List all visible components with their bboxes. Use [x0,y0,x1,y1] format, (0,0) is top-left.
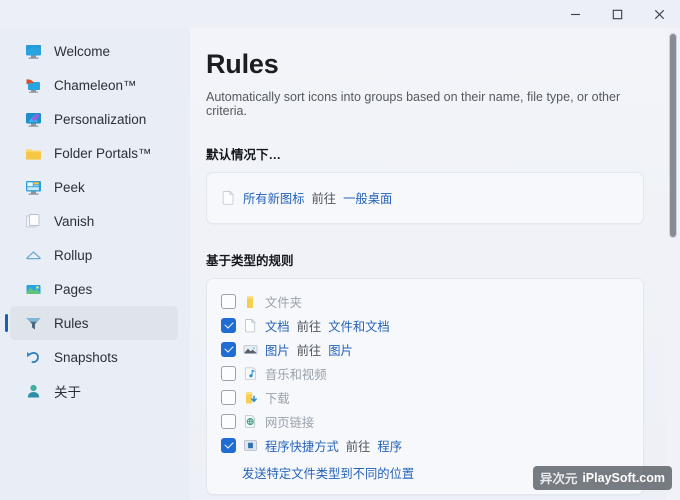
rule-checkbox-images[interactable] [221,342,236,358]
type-rule-label[interactable]: 图片 [265,341,290,359]
rule-checkbox-music-video[interactable] [221,366,236,382]
sidebar-item-rules[interactable]: Rules [5,306,178,340]
rollup-icon [24,246,42,264]
type-rule-row[interactable]: 文件夹 [221,291,629,313]
sidebar-item-about[interactable]: 关于 [10,374,178,408]
watermark-cn: 异次元 [539,471,578,486]
chameleon-icon [24,76,42,94]
music-note-icon [243,366,258,381]
title-bar [0,0,680,28]
type-rule-row[interactable]: 程序快捷方式 前往 程序 [221,435,629,457]
vanish-icon [24,212,42,230]
rule-checkbox-app-shortcuts[interactable] [221,438,236,454]
image-icon [243,342,258,357]
rule-checkbox-web-links[interactable] [221,414,236,430]
type-rule-target[interactable]: 文件和文档 [328,317,390,335]
maximize-icon [612,9,622,19]
type-rule-target[interactable]: 程序 [377,437,402,455]
sidebar-item-label: 关于 [54,385,81,400]
type-rule-row[interactable]: 图片 前往 图片 [221,339,629,361]
minimize-button[interactable] [554,0,596,28]
type-rule-row[interactable]: 文档 前往 文件和文档 [221,315,629,337]
maximize-button[interactable] [596,0,638,28]
close-button[interactable] [638,0,680,28]
type-rule-row[interactable]: 音乐和视频 [221,363,629,385]
type-rule-label[interactable]: 程序快捷方式 [265,437,339,455]
section-heading-default: 默认情况下… [206,147,282,162]
sidebar-item-snapshots[interactable]: Snapshots [10,340,178,374]
type-rule-label: 文件夹 [265,295,302,310]
sidebar-item-folder-portals[interactable]: Folder Portals™ [10,136,178,170]
folder-small-icon [243,294,258,309]
folder-icon [24,144,42,162]
sidebar-item-label: Peek [54,179,85,195]
app-shortcut-icon [243,438,258,453]
default-rule-row[interactable]: 所有新图标 前往 一般桌面 [221,187,629,209]
peek-icon [24,178,42,196]
sidebar-item-label: Snapshots [54,349,118,365]
app-window: Welcome Chameleon™ Personalization Folde… [0,0,680,500]
sidebar-item-vanish[interactable]: Vanish [10,204,178,238]
watermark-en: iPlaySoft.com [582,470,665,485]
page-subtitle: Automatically sort icons into groups bas… [206,89,621,118]
sidebar-item-label: Folder Portals™ [54,145,152,161]
sidebar-item-welcome[interactable]: Welcome [10,34,178,68]
content-scroll-area: Rules Automatically sort icons into grou… [190,28,666,500]
watermark: 异次元 iPlaySoft.com [532,466,672,490]
type-rule-target[interactable]: 图片 [328,341,353,359]
sidebar: Welcome Chameleon™ Personalization Folde… [0,28,190,500]
content-scrollbar[interactable] [666,28,680,500]
type-rule-goto: 前往 [296,319,322,334]
web-link-icon [243,414,258,429]
close-icon [654,9,664,19]
sidebar-item-peek[interactable]: Peek [10,170,178,204]
type-rules-card: 文件夹 文档 前往 文件和文档 图片 前往 图片 音乐和视频 下载 网页链接 程… [206,277,644,495]
personalization-icon [24,110,42,128]
person-icon [24,382,42,400]
scrollbar-thumb[interactable] [669,33,677,238]
funnel-icon [24,314,42,332]
type-rule-label: 下载 [265,391,290,406]
generic-file-icon [221,190,236,205]
type-rule-label: 网页链接 [265,415,315,430]
sidebar-item-chameleon[interactable]: Chameleon™ [10,68,178,102]
monitor-blue-icon [24,42,42,60]
default-rule-target[interactable]: 一般桌面 [343,189,392,207]
default-rule-card: 所有新图标 前往 一般桌面 [206,171,644,224]
rule-checkbox-folder[interactable] [221,294,236,310]
window-body: Welcome Chameleon™ Personalization Folde… [0,28,680,500]
type-rule-row[interactable]: 网页链接 [221,411,629,433]
sidebar-item-label: Vanish [54,213,95,229]
download-icon [243,390,258,405]
sidebar-item-pages[interactable]: Pages [10,272,178,306]
type-rule-row[interactable]: 下载 [221,387,629,409]
sidebar-item-label: Chameleon™ [54,77,137,93]
rule-checkbox-downloads[interactable] [221,390,236,406]
sidebar-item-personalization[interactable]: Personalization [10,102,178,136]
default-rule-source[interactable]: 所有新图标 [243,189,305,207]
minimize-icon [570,13,580,15]
page-title: Rules [206,49,279,79]
type-rule-goto: 前往 [345,439,371,454]
type-rule-goto: 前往 [296,343,322,358]
sidebar-item-label: Rules [54,315,89,331]
undo-arrow-icon [24,348,42,366]
rule-checkbox-documents[interactable] [221,318,236,334]
sidebar-item-label: Welcome [54,43,111,59]
type-rule-label[interactable]: 文档 [265,317,290,335]
sidebar-item-label: Personalization [54,111,147,127]
default-rule-goto: 前往 [311,191,337,206]
sidebar-item-rollup[interactable]: Rollup [10,238,178,272]
sidebar-item-label: Rollup [54,247,93,263]
pages-icon [24,280,42,298]
type-rule-label: 音乐和视频 [265,367,327,382]
document-icon [243,318,258,333]
section-heading-type-rules: 基于类型的规则 [206,253,294,268]
sidebar-item-label: Pages [54,281,93,297]
main-content: Rules Automatically sort icons into grou… [190,28,680,500]
